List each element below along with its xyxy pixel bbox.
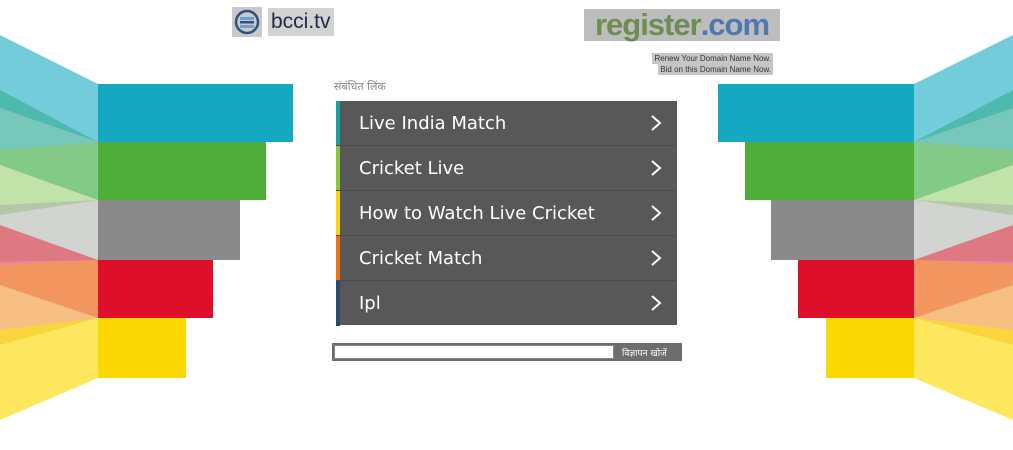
related-link-label: Cricket Live bbox=[359, 157, 465, 179]
search-input[interactable] bbox=[334, 345, 614, 359]
chevron-right-icon bbox=[651, 160, 662, 176]
right-stripe-red bbox=[798, 260, 914, 318]
chevron-right-icon bbox=[651, 115, 662, 131]
link-accent-bar bbox=[336, 191, 340, 235]
related-link-item[interactable]: Ipl bbox=[336, 281, 677, 326]
right-stripe-gray bbox=[771, 200, 914, 260]
left-stripe-cyan bbox=[98, 84, 293, 142]
right-stripe-green bbox=[745, 142, 914, 200]
left-stripe-gray bbox=[98, 200, 240, 260]
register-logo[interactable]: register.com bbox=[584, 7, 780, 42]
related-links-list: Live India Match Cricket Live How to Watch… bbox=[336, 101, 677, 326]
right-stripe-yellow bbox=[826, 318, 914, 378]
link-accent-bar bbox=[336, 281, 340, 326]
bid-domain-link[interactable]: Bid on this Domain Name Now. bbox=[658, 64, 773, 75]
link-accent-bar bbox=[336, 101, 340, 145]
site-logo[interactable]: bcci.tv bbox=[232, 7, 334, 37]
left-stripe-yellow bbox=[98, 318, 186, 378]
register-logo-tld: .com bbox=[700, 7, 770, 42]
related-link-label: Live India Match bbox=[359, 112, 507, 134]
related-link-label: Cricket Match bbox=[359, 247, 483, 269]
search-ads-button[interactable]: विज्ञापन खोजें bbox=[622, 346, 667, 359]
register-logo-main: register bbox=[594, 7, 702, 42]
related-link-label: How to Watch Live Cricket bbox=[359, 202, 595, 224]
chevron-right-icon bbox=[651, 205, 662, 221]
search-bar: विज्ञापन खोजें bbox=[332, 343, 682, 361]
left-stripe-green bbox=[98, 142, 266, 200]
left-fan-yellow bbox=[0, 318, 98, 420]
right-fan-yellow bbox=[914, 318, 1013, 420]
chevron-right-icon bbox=[651, 250, 662, 266]
related-link-item[interactable]: Cricket Match bbox=[336, 236, 677, 281]
related-link-label: Ipl bbox=[359, 293, 381, 314]
chevron-right-icon bbox=[651, 295, 662, 311]
site-name: bcci.tv bbox=[268, 8, 334, 36]
left-stripe-red bbox=[98, 260, 213, 318]
e-logo-icon bbox=[232, 7, 262, 37]
related-link-item[interactable]: How to Watch Live Cricket bbox=[336, 191, 677, 236]
related-link-item[interactable]: Live India Match bbox=[336, 101, 677, 146]
registrar-links: Renew Your Domain Name Now. Bid on this … bbox=[652, 53, 773, 75]
link-accent-bar bbox=[336, 236, 340, 280]
link-accent-bar bbox=[336, 146, 340, 190]
related-link-item[interactable]: Cricket Live bbox=[336, 146, 677, 191]
related-links-title: संबंधित लिंक bbox=[334, 80, 386, 93]
renew-domain-link[interactable]: Renew Your Domain Name Now. bbox=[652, 53, 773, 64]
right-stripe-cyan bbox=[718, 84, 914, 142]
